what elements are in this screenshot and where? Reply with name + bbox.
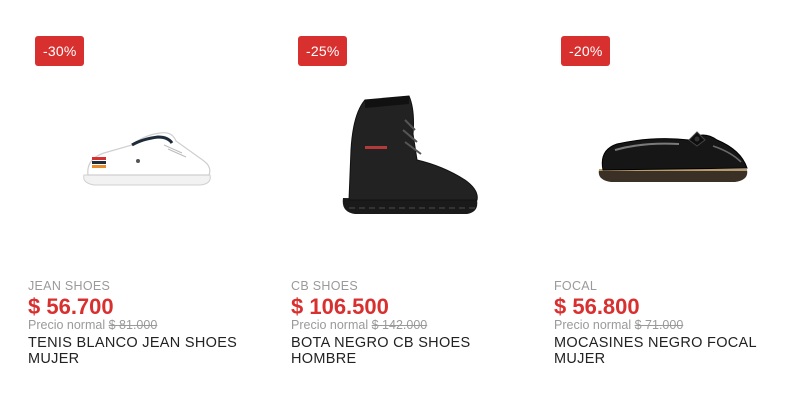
product-brand: JEAN SHOES [28,279,111,293]
original-price: $ 81.000 [108,318,158,332]
product-card[interactable]: -20% FOCAL $ 56.800 Precio normal $ 71.0… [548,0,796,400]
normal-price-line: Precio normal $ 142.000 [291,318,427,332]
product-brand: CB SHOES [291,279,358,293]
white-sneaker-image[interactable] [22,70,272,240]
product-name[interactable]: BOTA NEGRO CB SHOES HOMBRE [291,335,531,367]
original-price: $ 142.000 [371,318,428,332]
black-loafer-image[interactable] [548,70,796,240]
sale-price: $ 56.700 [28,294,114,319]
discount-badge: -25% [298,36,348,66]
normal-price-label: Precio normal [291,318,369,332]
product-brand: FOCAL [554,279,598,293]
discount-badge: -20% [561,36,611,66]
sale-price: $ 56.800 [554,294,640,319]
normal-price-label: Precio normal [554,318,632,332]
product-card[interactable]: -30% JEAN SHOES $ 56.700 Precio normal $… [22,0,272,400]
black-boot-image[interactable] [285,70,535,240]
normal-price-line: Precio normal $ 71.000 [554,318,683,332]
product-name[interactable]: MOCASINES NEGRO FOCAL MUJER [554,335,794,367]
normal-price-line: Precio normal $ 81.000 [28,318,157,332]
product-card[interactable]: -25% CB SHOES $ 106.500 Precio normal $ … [285,0,535,400]
normal-price-label: Precio normal [28,318,106,332]
product-name[interactable]: TENIS BLANCO JEAN SHOES MUJER [28,335,268,367]
discount-badge: -30% [35,36,85,66]
sale-price: $ 106.500 [291,294,389,319]
original-price: $ 71.000 [634,318,684,332]
